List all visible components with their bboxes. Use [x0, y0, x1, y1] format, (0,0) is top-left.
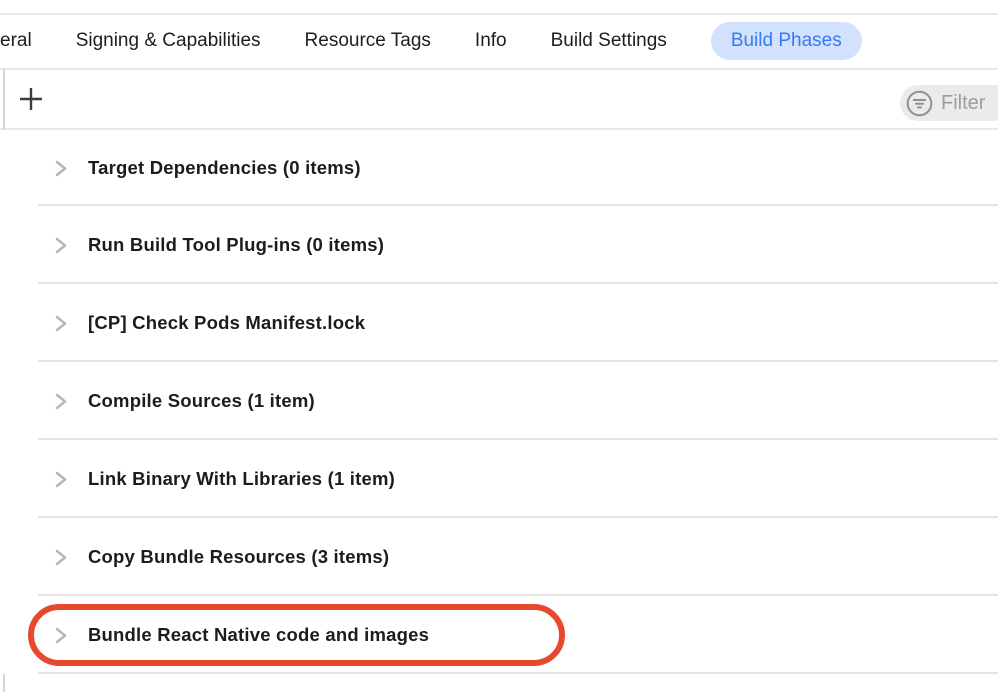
chevron-right-icon[interactable] [55, 627, 67, 644]
target-editor-tab-bar: eral Signing & Capabilities Resource Tag… [0, 15, 998, 67]
build-phase-label: Link Binary With Libraries (1 item) [88, 468, 395, 490]
tab-signing-capabilities[interactable]: Signing & Capabilities [76, 22, 261, 60]
build-phase-row-bundle-react-native[interactable]: Bundle React Native code and images [0, 596, 998, 674]
build-phase-row-cp-check-pods-manifest[interactable]: [CP] Check Pods Manifest.lock [0, 284, 998, 362]
build-phases-toolbar [0, 70, 998, 128]
build-phase-label: Compile Sources (1 item) [88, 390, 315, 412]
chevron-right-icon[interactable] [55, 393, 67, 410]
build-phase-row-copy-bundle-resources[interactable]: Copy Bundle Resources (3 items) [0, 518, 998, 596]
chevron-right-icon[interactable] [55, 549, 67, 566]
build-phase-row-compile-sources[interactable]: Compile Sources (1 item) [0, 362, 998, 440]
build-phase-row-link-binary[interactable]: Link Binary With Libraries (1 item) [0, 440, 998, 518]
chevron-right-icon[interactable] [55, 471, 67, 488]
build-phases-list: Target Dependencies (0 items) Run Build … [0, 130, 998, 674]
build-phase-label: Target Dependencies (0 items) [88, 157, 361, 179]
filter-icon [906, 90, 933, 117]
build-phase-row-run-build-tool-plugins[interactable]: Run Build Tool Plug-ins (0 items) [0, 206, 998, 284]
add-build-phase-button[interactable] [18, 86, 44, 112]
build-phase-label: Run Build Tool Plug-ins (0 items) [88, 234, 384, 256]
build-phase-label: Bundle React Native code and images [88, 624, 429, 646]
filter-input[interactable] [941, 92, 998, 115]
tab-resource-tags[interactable]: Resource Tags [305, 22, 431, 60]
tab-build-settings[interactable]: Build Settings [551, 22, 667, 60]
tab-info[interactable]: Info [475, 22, 507, 60]
filter-field[interactable] [900, 85, 998, 121]
build-phase-label: Copy Bundle Resources (3 items) [88, 546, 389, 568]
build-phase-row-target-dependencies[interactable]: Target Dependencies (0 items) [0, 130, 998, 206]
build-phase-label: [CP] Check Pods Manifest.lock [88, 312, 365, 334]
chevron-right-icon[interactable] [55, 315, 67, 332]
tab-general[interactable]: eral [0, 22, 32, 60]
chevron-right-icon[interactable] [55, 237, 67, 254]
chevron-right-icon[interactable] [55, 160, 67, 177]
tab-build-phases[interactable]: Build Phases [711, 22, 862, 60]
plus-icon [19, 87, 43, 111]
